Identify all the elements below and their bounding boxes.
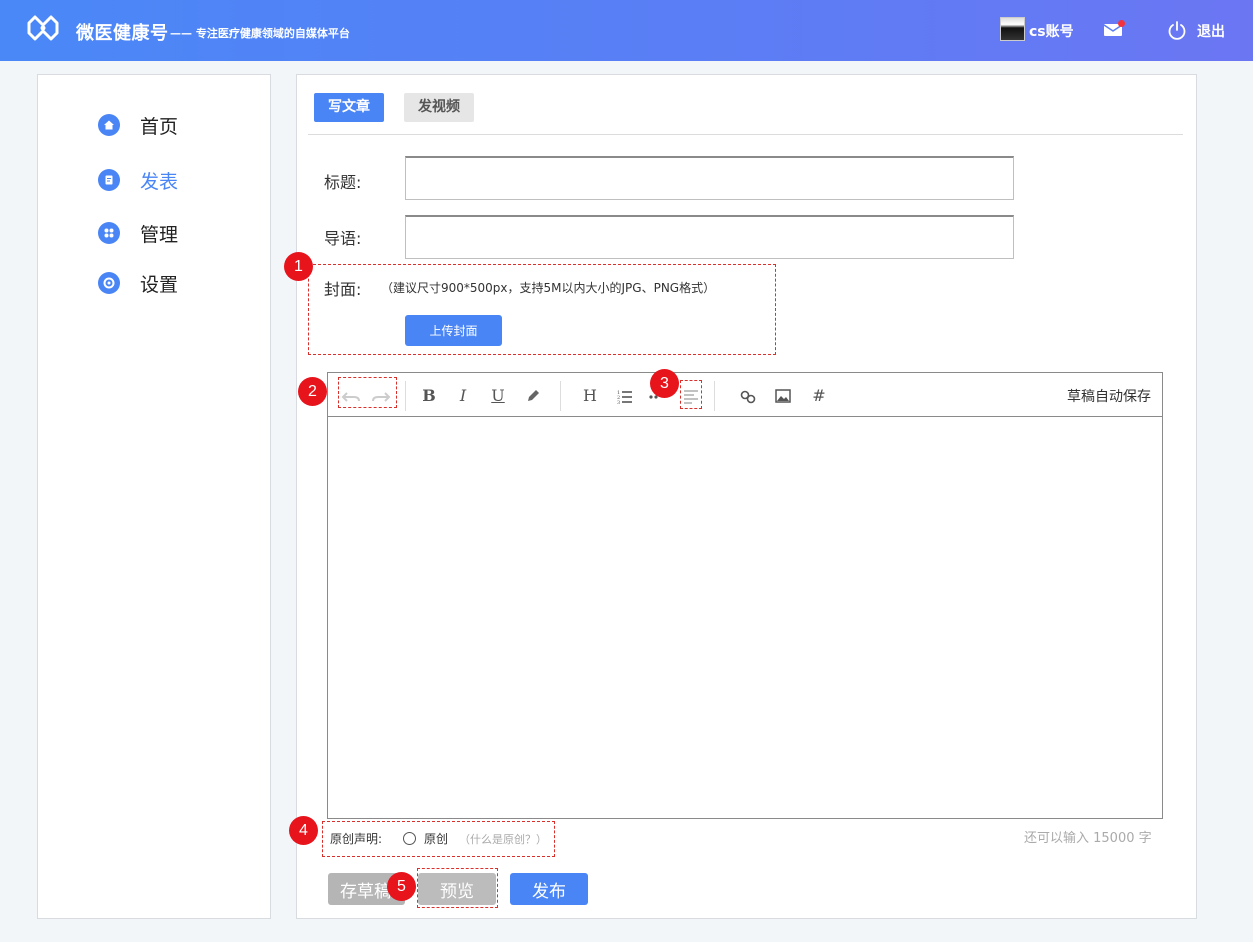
divider xyxy=(308,134,1183,135)
annotation-box-align xyxy=(680,380,702,409)
tab-write-article[interactable]: 写文章 xyxy=(314,93,384,122)
top-header: 微医健康号 —— 专注医疗健康领域的自媒体平台 cs账号 退出 xyxy=(0,0,1253,61)
annotation-badge: 1 xyxy=(284,252,313,281)
brand-name[interactable]: 微医健康号 xyxy=(76,19,169,45)
rich-text-editor: B I U H 123 # 草稿自动保存 xyxy=(327,372,1163,819)
sidebar-item-label: 首页 xyxy=(140,115,179,138)
image-icon[interactable] xyxy=(772,385,794,407)
publish-icon xyxy=(98,169,120,191)
italic-icon[interactable]: I xyxy=(452,385,474,407)
sidebar-item-home[interactable]: 首页 xyxy=(98,112,178,138)
underline-icon[interactable]: U xyxy=(487,385,509,407)
unread-dot xyxy=(1118,20,1125,27)
sidebar: 首页 发表 管理 设置 xyxy=(37,74,271,919)
toolbar-separator xyxy=(714,381,715,411)
power-icon[interactable] xyxy=(1167,20,1187,40)
intro-label: 导语: xyxy=(324,229,362,248)
link-icon[interactable] xyxy=(737,385,759,407)
sidebar-item-label: 发表 xyxy=(140,170,179,193)
title-label: 标题: xyxy=(324,173,362,192)
tab-post-video[interactable]: 发视频 xyxy=(404,93,474,122)
toolbar-separator xyxy=(405,381,406,411)
home-icon xyxy=(98,114,120,136)
annotation-box-undo-redo xyxy=(338,377,397,408)
avatar[interactable] xyxy=(1000,17,1025,41)
svg-text:3: 3 xyxy=(617,400,620,406)
logout-link[interactable]: 退出 xyxy=(1197,21,1225,41)
brand-tagline: —— 专注医疗健康领域的自媒体平台 xyxy=(170,27,350,40)
annotation-badge: 2 xyxy=(298,377,327,406)
grid-icon xyxy=(98,222,120,244)
heading-icon[interactable]: H xyxy=(579,385,601,407)
publish-button[interactable]: 发布 xyxy=(510,873,588,905)
editor-toolbar: B I U H 123 # 草稿自动保存 xyxy=(328,373,1162,417)
intro-input[interactable] xyxy=(405,215,1014,259)
sidebar-item-manage[interactable]: 管理 xyxy=(98,220,178,246)
annotation-box-preview xyxy=(417,868,498,908)
annotation-badge: 3 xyxy=(650,369,679,398)
annotation-box-original xyxy=(322,821,555,857)
autosave-status: 草稿自动保存 xyxy=(1067,389,1151,405)
toolbar-separator xyxy=(560,381,561,411)
hashtag-icon[interactable]: # xyxy=(808,385,830,407)
annotation-badge: 5 xyxy=(387,872,416,901)
logo-icon[interactable] xyxy=(25,13,61,43)
editor-content-area[interactable] xyxy=(328,418,1162,818)
gear-icon xyxy=(98,272,120,294)
annotation-badge: 4 xyxy=(289,816,318,845)
pen-icon[interactable] xyxy=(522,385,544,407)
annotation-box-cover xyxy=(308,264,776,355)
sidebar-item-publish[interactable]: 发表 xyxy=(98,167,178,193)
char-count: 还可以输入 15000 字 xyxy=(1024,831,1152,846)
main-panel: 写文章 发视频 标题: 导语: 封面: （建议尺寸900*500px，支持5M以… xyxy=(296,74,1197,919)
ordered-list-icon[interactable]: 123 xyxy=(614,385,636,407)
account-name[interactable]: cs账号 xyxy=(1029,21,1074,41)
title-input[interactable] xyxy=(405,156,1014,200)
bold-icon[interactable]: B xyxy=(418,385,440,407)
sidebar-item-label: 设置 xyxy=(140,273,179,296)
sidebar-item-settings[interactable]: 设置 xyxy=(98,270,178,296)
sidebar-item-label: 管理 xyxy=(140,223,179,246)
